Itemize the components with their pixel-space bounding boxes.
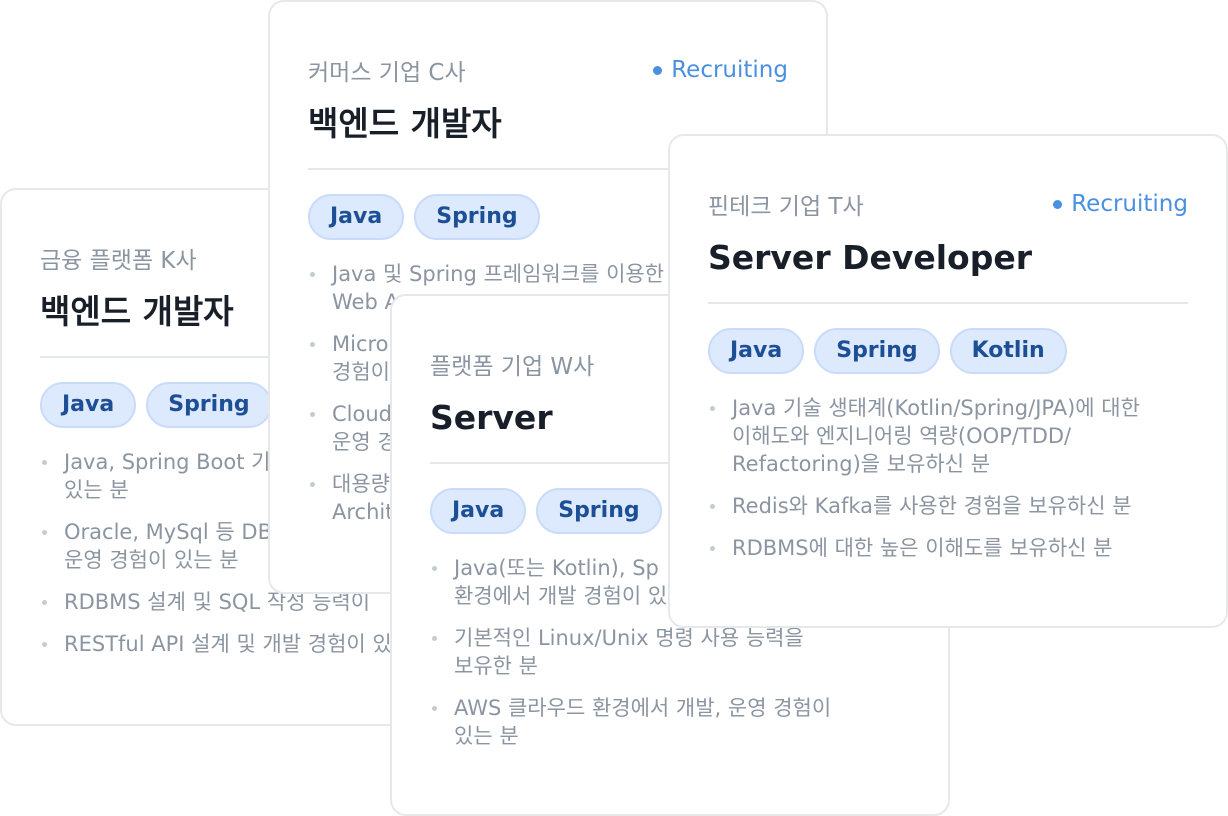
tag-spring: Spring (814, 328, 940, 374)
company-name: 플랫폼 기업 W사 (430, 354, 595, 380)
requirement-item: 기본적인 Linux/Unix 명령 사용 능력을 보유한 분 (430, 624, 910, 680)
status-dot-icon (1053, 199, 1063, 209)
tag-spring: Spring (536, 488, 662, 534)
requirement-item: RDBMS에 대한 높은 이해도를 보유하신 분 (708, 534, 1188, 562)
status-badge: Recruiting (1053, 191, 1188, 217)
status-label: Recruiting (671, 57, 788, 83)
tag-kotlin: Kotlin (949, 328, 1067, 374)
requirement-item: Java 기술 생태계(Kotlin/Spring/JPA)에 대한 이해도와 … (708, 394, 1188, 478)
tag-java: Java (308, 194, 405, 240)
company-name: 금융 플랫폼 K사 (40, 248, 197, 274)
tag-java: Java (40, 382, 137, 428)
tag-java: Java (708, 328, 805, 374)
company-name: 핀테크 기업 T사 (708, 194, 864, 220)
requirement-item: Redis와 Kafka를 사용한 경험을 보유하신 분 (708, 492, 1188, 520)
card-header: 커머스 기업 C사 Recruiting (308, 50, 788, 90)
tag-spring: Spring (414, 194, 540, 240)
status-dot-icon (653, 65, 663, 75)
tag-spring: Spring (146, 382, 272, 428)
status-badge: Recruiting (653, 57, 788, 83)
card-header: 핀테크 기업 T사 Recruiting (708, 184, 1188, 224)
requirement-item: AWS 클라우드 환경에서 개발, 운영 경험이 있는 분 (430, 694, 910, 750)
divider (708, 302, 1188, 304)
job-card-t[interactable]: 핀테크 기업 T사 Recruiting Server Developer Ja… (668, 134, 1228, 628)
tag-list: Java Spring Kotlin (708, 328, 1188, 374)
requirements-list: Java 기술 생태계(Kotlin/Spring/JPA)에 대한 이해도와 … (708, 394, 1188, 562)
status-label: Recruiting (1071, 191, 1188, 217)
requirement-item: RESTful API 설계 및 개발 경험이 있 (40, 630, 430, 658)
company-name: 커머스 기업 C사 (308, 60, 466, 86)
tag-java: Java (430, 488, 527, 534)
job-title: Server Developer (708, 238, 1033, 277)
